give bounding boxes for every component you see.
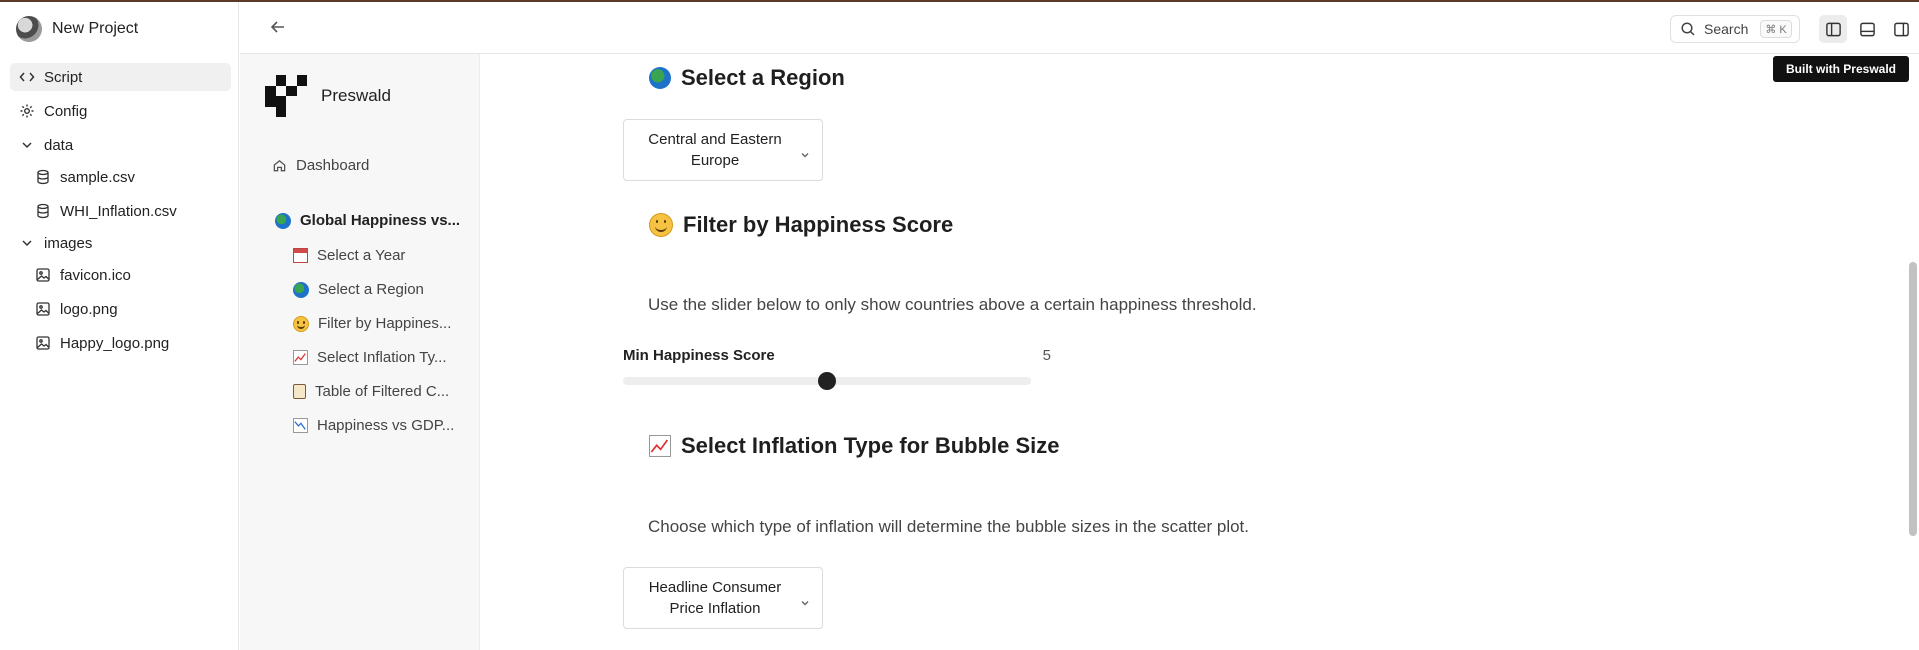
tree-item-script[interactable]: Script <box>10 63 231 91</box>
nav-filter-happiness[interactable]: Filter by Happines... <box>293 315 451 332</box>
chevron-down-icon <box>800 593 810 606</box>
project-avatar <box>16 16 42 42</box>
globe-icon <box>649 67 671 89</box>
tree-folder-images[interactable]: images <box>10 229 231 257</box>
main-content: Select a Region Central and Eastern Euro… <box>481 54 1919 650</box>
database-icon <box>34 169 51 186</box>
file-label: logo.png <box>60 300 118 318</box>
region-select-value: Central and Eastern Europe <box>648 131 782 169</box>
tree-file-favicon[interactable]: favicon.ico <box>10 261 231 289</box>
happiness-heading: Filter by Happiness Score <box>649 212 953 238</box>
happiness-description: Use the slider below to only show countr… <box>648 295 1257 314</box>
heading-text: Filter by Happiness Score <box>683 212 954 237</box>
nav-table-filtered[interactable]: Table of Filtered C... <box>293 383 449 400</box>
toggle-right-panel-button[interactable] <box>1887 15 1915 43</box>
database-icon <box>34 203 51 220</box>
file-label: WHI_Inflation.csv <box>60 202 177 220</box>
left-panel-icon <box>1825 21 1842 38</box>
gear-icon <box>18 103 35 120</box>
tree-file-whi-inflation[interactable]: WHI_Inflation.csv <box>10 197 231 225</box>
heading-text: Select a Region <box>681 65 845 90</box>
region-heading: Select a Region <box>649 65 845 91</box>
chevron-down-icon <box>18 235 35 252</box>
chart-increasing-icon <box>293 350 308 365</box>
nav-dashboard[interactable]: Dashboard <box>271 157 369 174</box>
nav-select-inflation[interactable]: Select Inflation Ty... <box>293 349 447 366</box>
scrollbar[interactable] <box>1909 56 1917 650</box>
folder-label: images <box>44 234 93 252</box>
region-select[interactable]: Central and Eastern Europe <box>623 119 823 181</box>
chevron-down-icon <box>18 137 35 154</box>
bottom-panel-icon <box>1859 21 1876 38</box>
chart-decreasing-icon <box>293 418 308 433</box>
nav-select-year[interactable]: Select a Year <box>293 247 405 264</box>
chart-increasing-icon <box>649 435 671 457</box>
slider-thumb[interactable] <box>818 372 836 390</box>
tree-file-happy-logo[interactable]: Happy_logo.png <box>10 329 231 357</box>
nav-label: Dashboard <box>296 157 370 174</box>
brand-name: Preswald <box>321 86 391 105</box>
nav-label: Select Inflation Ty... <box>317 349 447 366</box>
scrollbar-thumb[interactable] <box>1909 262 1917 536</box>
calendar-icon <box>293 248 308 263</box>
right-panel-icon <box>1893 21 1910 38</box>
tree-item-label: Script <box>44 68 83 86</box>
nav-happiness-vs-gdp[interactable]: Happiness vs GDP... <box>293 417 454 434</box>
file-label: favicon.ico <box>60 266 131 284</box>
slider-label: Min Happiness Score <box>623 347 775 364</box>
image-icon <box>34 301 51 318</box>
search-icon <box>1680 21 1696 37</box>
tree-item-config[interactable]: Config <box>10 97 231 125</box>
nav-select-region[interactable]: Select a Region <box>293 281 424 298</box>
brand[interactable]: Preswald <box>265 75 391 117</box>
project-name: New Project <box>52 20 139 37</box>
nav-label: Global Happiness vs... <box>300 212 461 229</box>
slider-value: 5 <box>1042 347 1051 364</box>
smiley-icon <box>649 213 673 237</box>
clipboard-icon <box>293 384 306 399</box>
file-label: Happy_logo.png <box>60 334 170 352</box>
nav-label: Table of Filtered C... <box>315 383 450 400</box>
toggle-left-panel-button[interactable] <box>1819 15 1847 43</box>
tree-file-sample[interactable]: sample.csv <box>10 163 231 191</box>
inflation-select[interactable]: Headline Consumer Price Inflation <box>623 567 823 629</box>
home-icon <box>271 158 287 174</box>
tree-folder-data[interactable]: data <box>10 131 231 159</box>
back-arrow-icon[interactable] <box>268 17 288 37</box>
globe-icon <box>275 212 291 229</box>
chevron-down-icon <box>800 145 810 158</box>
inflation-heading: Select Inflation Type for Bubble Size <box>649 433 1060 459</box>
toggle-bottom-panel-button[interactable] <box>1853 15 1881 43</box>
nav-label: Select a Year <box>317 247 406 264</box>
built-with-badge[interactable]: Built with Preswald <box>1772 56 1909 82</box>
preswald-logo <box>265 75 307 117</box>
nav-label: Select a Region <box>318 281 424 298</box>
app-sidebar: Preswald Dashboard Global Happiness vs..… <box>240 54 480 650</box>
inflation-description: Choose which type of inflation will dete… <box>648 517 1249 536</box>
search-label: Search <box>1704 21 1749 37</box>
tree-item-label: Config <box>44 102 88 120</box>
image-icon <box>34 267 51 284</box>
project-header[interactable]: New Project <box>16 16 138 42</box>
preview-toolbar: Search ⌘ K <box>240 2 1919 54</box>
nav-group-global-happiness[interactable]: Global Happiness vs... <box>275 212 460 229</box>
image-icon <box>34 335 51 352</box>
tree-file-logo[interactable]: logo.png <box>10 295 231 323</box>
shortcut-hint: ⌘ K <box>1760 20 1792 38</box>
smiley-icon <box>293 315 309 332</box>
folder-label: data <box>44 136 74 154</box>
code-icon <box>18 69 35 86</box>
inflation-select-value: Headline Consumer Price Inflation <box>648 579 782 617</box>
file-tree-panel: New Project Script Config data sample.cs… <box>0 2 239 650</box>
search-button[interactable]: Search ⌘ K <box>1670 15 1800 43</box>
nav-label: Filter by Happines... <box>318 315 452 332</box>
file-label: sample.csv <box>60 168 136 186</box>
heading-text: Select Inflation Type for Bubble Size <box>681 433 1060 458</box>
globe-icon <box>293 281 309 298</box>
nav-label: Happiness vs GDP... <box>317 417 455 434</box>
